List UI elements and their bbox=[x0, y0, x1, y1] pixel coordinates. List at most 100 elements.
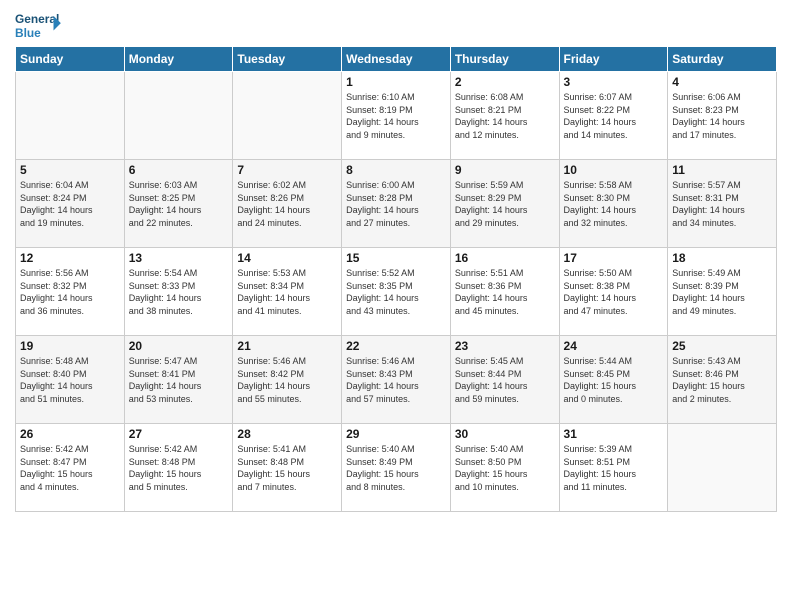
calendar-table: SundayMondayTuesdayWednesdayThursdayFrid… bbox=[15, 46, 777, 512]
day-number: 2 bbox=[455, 75, 555, 89]
week-row-5: 26 Sunrise: 5:42 AM Sunset: 8:47 PM Dayli… bbox=[16, 424, 777, 512]
calendar-cell: 19 Sunrise: 5:48 AM Sunset: 8:40 PM Dayli… bbox=[16, 336, 125, 424]
calendar-cell: 13 Sunrise: 5:54 AM Sunset: 8:33 PM Dayli… bbox=[124, 248, 233, 336]
day-number: 11 bbox=[672, 163, 772, 177]
cell-info: Sunrise: 5:49 AM Sunset: 8:39 PM Dayligh… bbox=[672, 267, 772, 317]
calendar-cell: 20 Sunrise: 5:47 AM Sunset: 8:41 PM Dayli… bbox=[124, 336, 233, 424]
day-number: 30 bbox=[455, 427, 555, 441]
calendar-cell: 4 Sunrise: 6:06 AM Sunset: 8:23 PM Daylig… bbox=[668, 72, 777, 160]
day-number: 26 bbox=[20, 427, 120, 441]
day-number: 22 bbox=[346, 339, 446, 353]
day-number: 4 bbox=[672, 75, 772, 89]
calendar-cell: 21 Sunrise: 5:46 AM Sunset: 8:42 PM Dayli… bbox=[233, 336, 342, 424]
cell-info: Sunrise: 6:02 AM Sunset: 8:26 PM Dayligh… bbox=[237, 179, 337, 229]
cell-info: Sunrise: 5:40 AM Sunset: 8:50 PM Dayligh… bbox=[455, 443, 555, 493]
day-number: 10 bbox=[564, 163, 664, 177]
calendar-cell: 16 Sunrise: 5:51 AM Sunset: 8:36 PM Dayli… bbox=[450, 248, 559, 336]
cell-info: Sunrise: 6:10 AM Sunset: 8:19 PM Dayligh… bbox=[346, 91, 446, 141]
cell-info: Sunrise: 5:41 AM Sunset: 8:48 PM Dayligh… bbox=[237, 443, 337, 493]
day-number: 17 bbox=[564, 251, 664, 265]
calendar-cell: 1 Sunrise: 6:10 AM Sunset: 8:19 PM Daylig… bbox=[342, 72, 451, 160]
calendar-cell: 31 Sunrise: 5:39 AM Sunset: 8:51 PM Dayli… bbox=[559, 424, 668, 512]
day-number: 8 bbox=[346, 163, 446, 177]
cell-info: Sunrise: 5:52 AM Sunset: 8:35 PM Dayligh… bbox=[346, 267, 446, 317]
day-headers-row: SundayMondayTuesdayWednesdayThursdayFrid… bbox=[16, 47, 777, 72]
cell-info: Sunrise: 5:57 AM Sunset: 8:31 PM Dayligh… bbox=[672, 179, 772, 229]
day-number: 14 bbox=[237, 251, 337, 265]
calendar-cell: 30 Sunrise: 5:40 AM Sunset: 8:50 PM Dayli… bbox=[450, 424, 559, 512]
cell-info: Sunrise: 6:06 AM Sunset: 8:23 PM Dayligh… bbox=[672, 91, 772, 141]
cell-info: Sunrise: 6:04 AM Sunset: 8:24 PM Dayligh… bbox=[20, 179, 120, 229]
cell-info: Sunrise: 6:08 AM Sunset: 8:21 PM Dayligh… bbox=[455, 91, 555, 141]
logo-icon: GeneralBlue bbox=[15, 10, 70, 40]
calendar-cell: 18Sunrise: 5:49 AM Sunset: 8:39 PM Dayli… bbox=[668, 248, 777, 336]
cell-info: Sunrise: 5:58 AM Sunset: 8:30 PM Dayligh… bbox=[564, 179, 664, 229]
day-number: 16 bbox=[455, 251, 555, 265]
cell-info: Sunrise: 5:59 AM Sunset: 8:29 PM Dayligh… bbox=[455, 179, 555, 229]
calendar-cell: 24Sunrise: 5:44 AM Sunset: 8:45 PM Dayli… bbox=[559, 336, 668, 424]
week-row-4: 19 Sunrise: 5:48 AM Sunset: 8:40 PM Dayli… bbox=[16, 336, 777, 424]
calendar-cell: 3 Sunrise: 6:07 AM Sunset: 8:22 PM Daylig… bbox=[559, 72, 668, 160]
cell-info: Sunrise: 5:54 AM Sunset: 8:33 PM Dayligh… bbox=[129, 267, 229, 317]
cell-info: Sunrise: 5:39 AM Sunset: 8:51 PM Dayligh… bbox=[564, 443, 664, 493]
calendar-cell: 5 Sunrise: 6:04 AM Sunset: 8:24 PM Daylig… bbox=[16, 160, 125, 248]
cell-info: Sunrise: 5:46 AM Sunset: 8:42 PM Dayligh… bbox=[237, 355, 337, 405]
calendar-cell: 6Sunrise: 6:03 AM Sunset: 8:25 PM Daylig… bbox=[124, 160, 233, 248]
cell-info: Sunrise: 5:56 AM Sunset: 8:32 PM Dayligh… bbox=[20, 267, 120, 317]
calendar-cell: 29 Sunrise: 5:40 AM Sunset: 8:49 PM Dayli… bbox=[342, 424, 451, 512]
day-number: 9 bbox=[455, 163, 555, 177]
day-number: 1 bbox=[346, 75, 446, 89]
day-number: 12 bbox=[20, 251, 120, 265]
calendar-cell: 15 Sunrise: 5:52 AM Sunset: 8:35 PM Dayli… bbox=[342, 248, 451, 336]
calendar-cell: 23Sunrise: 5:45 AM Sunset: 8:44 PM Dayli… bbox=[450, 336, 559, 424]
day-number: 5 bbox=[20, 163, 120, 177]
cell-info: Sunrise: 5:53 AM Sunset: 8:34 PM Dayligh… bbox=[237, 267, 337, 317]
calendar-cell: 2 Sunrise: 6:08 AM Sunset: 8:21 PM Daylig… bbox=[450, 72, 559, 160]
day-number: 7 bbox=[237, 163, 337, 177]
day-header-thursday: Thursday bbox=[450, 47, 559, 72]
svg-text:Blue: Blue bbox=[15, 26, 41, 40]
calendar-cell bbox=[16, 72, 125, 160]
day-header-tuesday: Tuesday bbox=[233, 47, 342, 72]
cell-info: Sunrise: 5:48 AM Sunset: 8:40 PM Dayligh… bbox=[20, 355, 120, 405]
day-number: 6 bbox=[129, 163, 229, 177]
calendar-cell: 14 Sunrise: 5:53 AM Sunset: 8:34 PM Dayli… bbox=[233, 248, 342, 336]
day-number: 31 bbox=[564, 427, 664, 441]
cell-info: Sunrise: 5:42 AM Sunset: 8:48 PM Dayligh… bbox=[129, 443, 229, 493]
day-header-sunday: Sunday bbox=[16, 47, 125, 72]
cell-info: Sunrise: 6:07 AM Sunset: 8:22 PM Dayligh… bbox=[564, 91, 664, 141]
day-number: 29 bbox=[346, 427, 446, 441]
cell-info: Sunrise: 5:40 AM Sunset: 8:49 PM Dayligh… bbox=[346, 443, 446, 493]
calendar-cell: 11 Sunrise: 5:57 AM Sunset: 8:31 PM Dayli… bbox=[668, 160, 777, 248]
day-number: 27 bbox=[129, 427, 229, 441]
day-number: 15 bbox=[346, 251, 446, 265]
calendar-cell: 9 Sunrise: 5:59 AM Sunset: 8:29 PM Daylig… bbox=[450, 160, 559, 248]
calendar-cell: 10 Sunrise: 5:58 AM Sunset: 8:30 PM Dayli… bbox=[559, 160, 668, 248]
day-number: 28 bbox=[237, 427, 337, 441]
day-number: 19 bbox=[20, 339, 120, 353]
cell-info: Sunrise: 5:47 AM Sunset: 8:41 PM Dayligh… bbox=[129, 355, 229, 405]
cell-info: Sunrise: 5:43 AM Sunset: 8:46 PM Dayligh… bbox=[672, 355, 772, 405]
day-number: 21 bbox=[237, 339, 337, 353]
day-number: 23 bbox=[455, 339, 555, 353]
day-header-monday: Monday bbox=[124, 47, 233, 72]
cell-info: Sunrise: 6:00 AM Sunset: 8:28 PM Dayligh… bbox=[346, 179, 446, 229]
calendar-cell: 28 Sunrise: 5:41 AM Sunset: 8:48 PM Dayli… bbox=[233, 424, 342, 512]
calendar-cell: 27 Sunrise: 5:42 AM Sunset: 8:48 PM Dayli… bbox=[124, 424, 233, 512]
calendar-cell: 7 Sunrise: 6:02 AM Sunset: 8:26 PM Daylig… bbox=[233, 160, 342, 248]
week-row-1: 1 Sunrise: 6:10 AM Sunset: 8:19 PM Daylig… bbox=[16, 72, 777, 160]
cell-info: Sunrise: 5:42 AM Sunset: 8:47 PM Dayligh… bbox=[20, 443, 120, 493]
page-header: GeneralBlue bbox=[15, 10, 777, 40]
day-header-saturday: Saturday bbox=[668, 47, 777, 72]
calendar-cell bbox=[668, 424, 777, 512]
calendar-cell bbox=[233, 72, 342, 160]
day-number: 25 bbox=[672, 339, 772, 353]
cell-info: Sunrise: 5:46 AM Sunset: 8:43 PM Dayligh… bbox=[346, 355, 446, 405]
logo: GeneralBlue bbox=[15, 10, 70, 40]
day-number: 20 bbox=[129, 339, 229, 353]
day-number: 13 bbox=[129, 251, 229, 265]
day-header-friday: Friday bbox=[559, 47, 668, 72]
cell-info: Sunrise: 5:51 AM Sunset: 8:36 PM Dayligh… bbox=[455, 267, 555, 317]
day-number: 3 bbox=[564, 75, 664, 89]
calendar-cell: 22 Sunrise: 5:46 AM Sunset: 8:43 PM Dayli… bbox=[342, 336, 451, 424]
